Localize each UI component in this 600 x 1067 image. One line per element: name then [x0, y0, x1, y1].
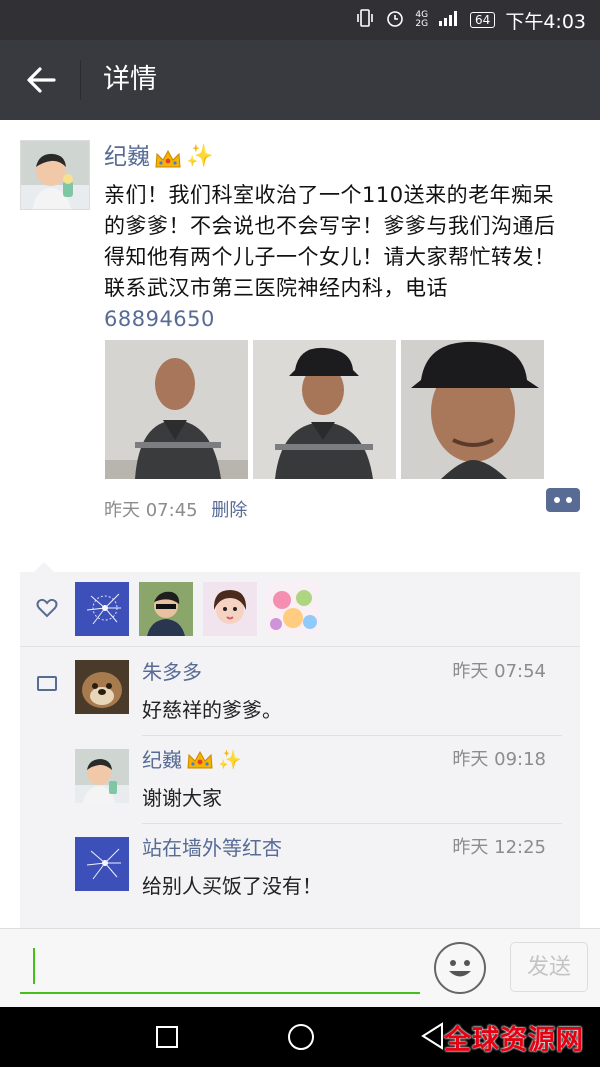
- post-author-avatar[interactable]: [20, 140, 90, 210]
- like-avatar-dandelion[interactable]: [75, 582, 129, 636]
- like-avatar-candy[interactable]: [266, 582, 320, 636]
- comment-icon: [37, 676, 57, 691]
- alarm-icon: [385, 8, 405, 32]
- delete-link[interactable]: 删除: [211, 500, 247, 521]
- comment-text: 谢谢大家: [142, 786, 222, 810]
- post-photo-3[interactable]: [401, 340, 544, 479]
- sparkles-icon: ✨: [186, 144, 214, 169]
- comment-author[interactable]: 站在墙外等红杏: [142, 834, 282, 862]
- comment-divider: [142, 735, 562, 736]
- comment-divider: [142, 823, 562, 824]
- post-author-name[interactable]: 纪巍 ✨: [104, 140, 213, 174]
- crown-icon: [154, 146, 182, 168]
- home-icon[interactable]: [288, 1024, 314, 1050]
- crown-icon: [186, 749, 214, 771]
- likes-divider: [20, 646, 580, 647]
- recent-apps-icon[interactable]: [156, 1026, 178, 1048]
- post-time: 昨天 07:45: [104, 500, 198, 521]
- comment-time: 昨天 07:54: [452, 661, 546, 682]
- comment-text: 给别人买饭了没有！: [142, 874, 322, 898]
- comment-input[interactable]: [20, 992, 420, 994]
- status-bar: 4G 2G 64 下午4:03: [0, 0, 600, 40]
- more-actions-button[interactable]: [546, 488, 580, 512]
- send-button[interactable]: 发送: [510, 942, 588, 992]
- comment-author[interactable]: 纪巍 ✨: [142, 746, 242, 774]
- comment-author[interactable]: 朱多多: [142, 658, 202, 686]
- comment-avatar[interactable]: [75, 749, 129, 803]
- title-bar: 详情: [0, 40, 600, 120]
- nav-back-icon[interactable]: [420, 1022, 444, 1054]
- like-avatar-girl[interactable]: [203, 582, 257, 636]
- heart-icon: [36, 598, 58, 624]
- network-type: 4G 2G: [415, 10, 429, 29]
- comment-avatar[interactable]: [75, 660, 129, 714]
- signal-icon: [438, 10, 460, 30]
- smiley-icon[interactable]: [434, 942, 486, 994]
- status-time: 下午4:03: [505, 10, 586, 33]
- comment-avatar[interactable]: [75, 837, 129, 891]
- comment-time: 昨天 12:25: [452, 837, 546, 858]
- back-arrow-icon[interactable]: [22, 60, 62, 100]
- comment-time: 昨天 09:18: [452, 749, 546, 770]
- post-text: 亲们！我们科室收治了一个110送来的老年痴呆的爹爹！不会说也不会写字！爹爹与我们…: [104, 180, 564, 335]
- post-photo-1[interactable]: [105, 340, 248, 479]
- post-meta: 昨天 07:45 删除: [104, 497, 247, 525]
- title-divider: [80, 60, 81, 100]
- page-title: 详情: [103, 64, 157, 95]
- comment-box-arrow: [34, 562, 54, 572]
- like-avatar-boy[interactable]: [139, 582, 193, 636]
- comment-text: 好慈祥的爹爹。: [142, 698, 282, 722]
- text-caret: [33, 948, 35, 984]
- battery-icon: 64: [470, 12, 496, 28]
- vibrate-icon: [355, 8, 375, 32]
- status-icons: 4G 2G 64 下午4:03: [355, 0, 586, 40]
- post-phone-link[interactable]: 68894650: [104, 304, 564, 335]
- post-photo-2[interactable]: [253, 340, 396, 479]
- watermark-text: 全球资源网: [444, 1025, 584, 1056]
- sparkles-icon: ✨: [218, 749, 242, 771]
